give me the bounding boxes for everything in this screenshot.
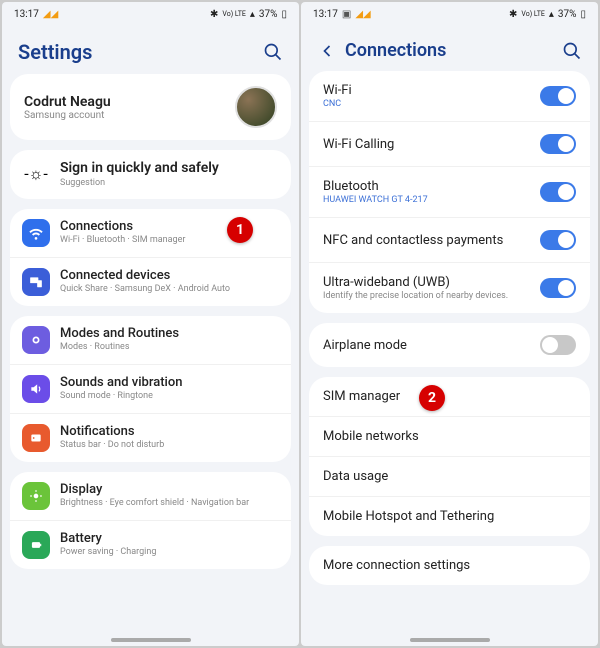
app-icons: ▣ [342, 9, 351, 20]
nfc-toggle[interactable] [540, 230, 576, 250]
item-hotspot[interactable]: Mobile Hotspot and Tethering [309, 496, 590, 536]
page-title: Connections [345, 40, 446, 61]
wifi-toggle[interactable] [540, 86, 576, 106]
item-bluetooth[interactable]: BluetoothHUAWEI WATCH GT 4-217 [309, 166, 590, 217]
connections-screen: 13:17▣◢◢ ✱Vo) LTE▴37%▯ Connections Wi-Fi… [301, 2, 598, 646]
item-display[interactable]: DisplayBrightness · Eye comfort shield ·… [10, 472, 291, 520]
item-uwb[interactable]: Ultra-wideband (UWB)Identify the precise… [309, 262, 590, 313]
signal-icon: ▴ [549, 9, 554, 20]
suggestion-card[interactable]: -☼- Sign in quickly and safely Suggestio… [10, 150, 291, 199]
battery-setting-icon [22, 531, 50, 559]
status-bar: 13:17 ◢◢ ✱ Vo) LTE ▴ 37%▯ [2, 2, 299, 26]
item-connected-devices[interactable]: Connected devicesQuick Share · Samsung D… [10, 257, 291, 306]
group-display: DisplayBrightness · Eye comfort shield ·… [10, 472, 291, 569]
bt-icon: ✱ [509, 9, 517, 20]
home-indicator[interactable] [410, 638, 490, 642]
item-data-usage[interactable]: Data usage [309, 456, 590, 496]
battery-icon: ▯ [281, 9, 287, 20]
item-wifi-calling[interactable]: Wi-Fi Calling [309, 121, 590, 166]
wifi-icon [22, 219, 50, 247]
bluetooth-toggle[interactable] [540, 182, 576, 202]
item-sim-manager[interactable]: SIM manager2 [309, 377, 590, 416]
app-icons: ◢◢ [43, 9, 58, 20]
bt-icon: ✱ [210, 9, 218, 20]
battery-text: 37% [558, 9, 577, 20]
avatar[interactable] [235, 86, 277, 128]
account-card[interactable]: Codrut Neagu Samsung account [10, 74, 291, 140]
item-more-conn[interactable]: More connection settings [309, 546, 590, 585]
suggestion-title: Sign in quickly and safely [60, 160, 279, 177]
uwb-toggle[interactable] [540, 278, 576, 298]
signal-text: Vo) LTE [521, 10, 544, 18]
item-modes[interactable]: Modes and RoutinesModes · Routines [10, 316, 291, 364]
clock: 13:17 [14, 9, 39, 20]
header: Connections [301, 26, 598, 71]
notif-icon [22, 424, 50, 452]
item-connections[interactable]: ConnectionsWi-Fi · Bluetooth · SIM manag… [10, 209, 291, 257]
modes-icon [22, 326, 50, 354]
page-title: Settings [18, 40, 92, 64]
signal-icon: ▴ [250, 9, 255, 20]
suggestion-sub: Suggestion [60, 178, 279, 189]
home-indicator[interactable] [111, 638, 191, 642]
item-sounds[interactable]: Sounds and vibrationSound mode · Rington… [10, 364, 291, 413]
group-wireless: Wi-FiCNC Wi-Fi Calling BluetoothHUAWEI W… [309, 71, 590, 313]
item-notifications[interactable]: NotificationsStatus bar · Do not disturb [10, 413, 291, 462]
search-icon[interactable] [562, 41, 582, 61]
item-nfc[interactable]: NFC and contactless payments [309, 217, 590, 262]
battery-icon: ▯ [580, 9, 586, 20]
item-battery[interactable]: BatteryPower saving · Charging [10, 520, 291, 569]
account-name: Codrut Neagu [24, 94, 111, 110]
header: Settings [2, 26, 299, 74]
bulb-icon: -☼- [22, 160, 50, 188]
airplane-toggle[interactable] [540, 335, 576, 355]
clock: 13:17 [313, 9, 338, 20]
group-more: More connection settings [309, 546, 590, 585]
item-wifi[interactable]: Wi-FiCNC [309, 71, 590, 121]
item-airplane[interactable]: Airplane mode [309, 323, 590, 367]
group-airplane: Airplane mode [309, 323, 590, 367]
badge-2: 2 [419, 385, 445, 411]
account-sub: Samsung account [24, 110, 111, 121]
group-mobile: SIM manager2 Mobile networks Data usage … [309, 377, 590, 536]
group-modes: Modes and RoutinesModes · Routines Sound… [10, 316, 291, 462]
wifi-calling-toggle[interactable] [540, 134, 576, 154]
display-icon [22, 482, 50, 510]
back-icon[interactable] [317, 41, 337, 61]
signal-text: Vo) LTE [222, 10, 245, 18]
battery-text: 37% [259, 9, 278, 20]
settings-screen: 13:17 ◢◢ ✱ Vo) LTE ▴ 37%▯ Settings Codrut Ne… [2, 2, 299, 646]
group-connections: ConnectionsWi-Fi · Bluetooth · SIM manag… [10, 209, 291, 306]
search-icon[interactable] [263, 42, 283, 62]
sound-icon [22, 375, 50, 403]
item-mobile-networks[interactable]: Mobile networks [309, 416, 590, 456]
devices-icon [22, 268, 50, 296]
status-bar: 13:17▣◢◢ ✱Vo) LTE▴37%▯ [301, 2, 598, 26]
badge-1: 1 [227, 217, 253, 243]
